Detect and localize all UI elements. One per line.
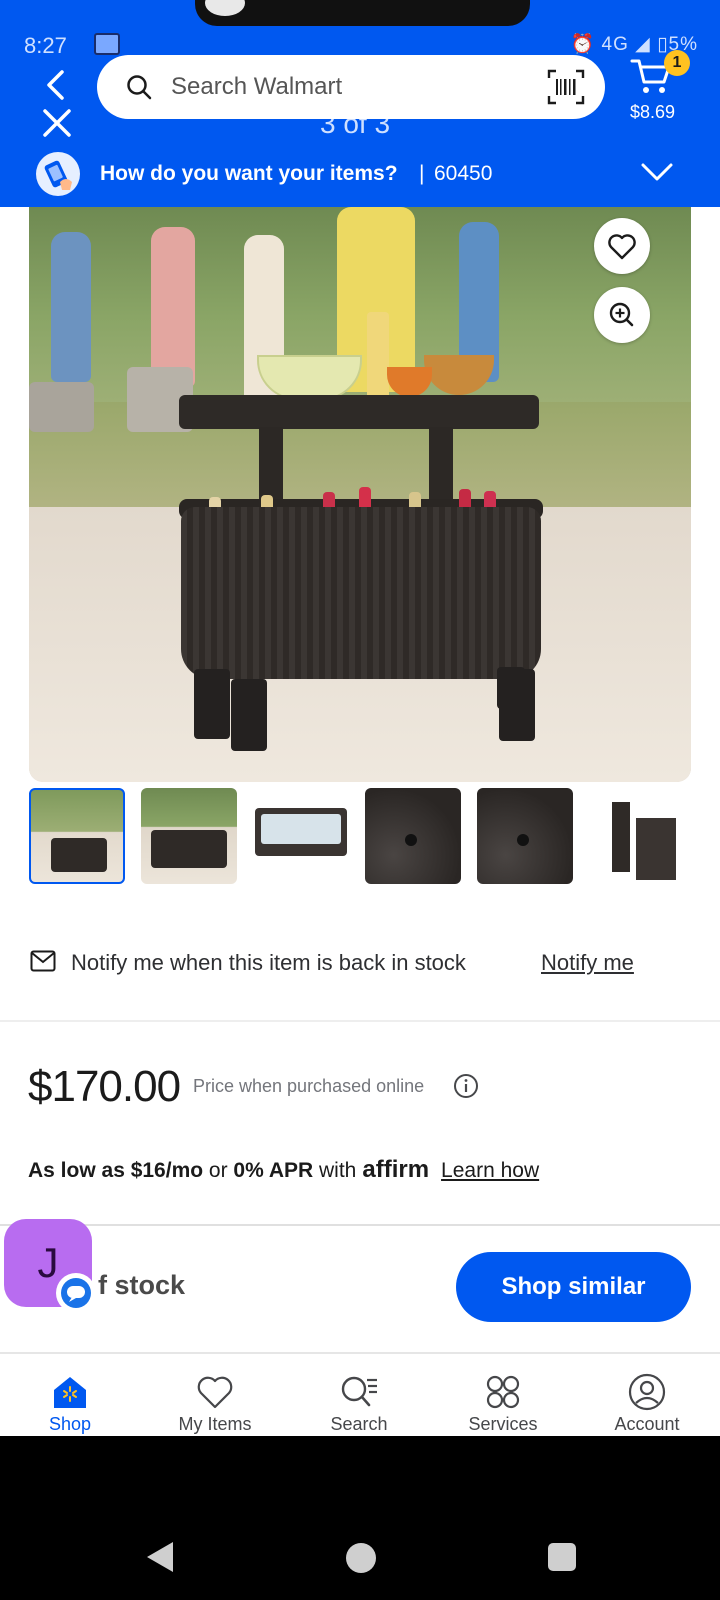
- thumbnail[interactable]: [606, 788, 678, 884]
- heart-icon: [608, 234, 636, 260]
- zoom-in-icon: [609, 302, 634, 327]
- affirm-logo: affirm: [362, 1156, 430, 1183]
- back-arrow-icon[interactable]: [40, 68, 74, 102]
- financing-prefix: As low as: [28, 1159, 131, 1182]
- zoom-button[interactable]: [594, 287, 650, 343]
- search-list-icon: [341, 1376, 377, 1407]
- learn-how-link[interactable]: Learn how: [441, 1159, 539, 1182]
- notify-message: Notify me when this item is back in stoc…: [71, 950, 466, 975]
- nav-label: Services: [468, 1414, 538, 1434]
- bottom-navigation: Shop My Items Search Services Account: [0, 1352, 720, 1436]
- section-divider: [0, 1224, 720, 1226]
- cart-total[interactable]: $8.69: [630, 102, 675, 123]
- nav-label: Search: [330, 1414, 388, 1434]
- background-person: [51, 232, 91, 382]
- shop-similar-button[interactable]: Shop similar: [456, 1252, 691, 1322]
- message-icon: [61, 1278, 91, 1308]
- price-note: Price when purchased online: [193, 1076, 425, 1096]
- financing-or: or: [203, 1159, 234, 1182]
- zip-code[interactable]: 60450: [434, 162, 492, 186]
- stock-status: f stock: [98, 1270, 186, 1300]
- financing-apr: 0% APR: [233, 1159, 314, 1182]
- nav-label: Account: [614, 1414, 680, 1434]
- thumbnail[interactable]: [141, 788, 237, 884]
- thumbnail[interactable]: [365, 788, 461, 884]
- app-header: 8:27 ⏰ 4G ◢ ▯5% 3 of 3 Search Walmart 1 …: [0, 0, 720, 207]
- cooler-body: [181, 507, 541, 679]
- search-input[interactable]: Search Walmart: [97, 55, 605, 119]
- financing-offer: As low as $16/mo or 0% APR with affirm Lea…: [28, 1156, 539, 1184]
- section-divider: [0, 1020, 720, 1022]
- chevron-down-icon[interactable]: [640, 158, 674, 186]
- mail-icon: [30, 950, 56, 972]
- nav-account[interactable]: Account: [587, 1372, 707, 1436]
- heart-icon: [197, 1376, 233, 1409]
- nav-label: Shop: [48, 1414, 92, 1434]
- nav-shop[interactable]: Shop: [10, 1372, 130, 1436]
- background-person: [151, 227, 195, 387]
- system-home-icon[interactable]: [346, 1543, 376, 1573]
- table-top: [179, 395, 539, 429]
- nav-label: My Items: [178, 1414, 252, 1434]
- account-icon: [628, 1373, 666, 1411]
- bottle: [367, 312, 389, 400]
- nav-my-items[interactable]: My Items: [155, 1372, 275, 1436]
- nav-services[interactable]: Services: [443, 1372, 563, 1436]
- nav-search[interactable]: Search: [299, 1372, 419, 1436]
- fulfillment-icon[interactable]: [36, 152, 80, 196]
- shop-icon: [54, 1377, 86, 1408]
- thumbnail[interactable]: [477, 788, 573, 884]
- services-icon: [486, 1375, 520, 1409]
- system-navigation-bar: [0, 1436, 720, 1600]
- close-icon[interactable]: [40, 106, 74, 140]
- favorite-button[interactable]: [594, 218, 650, 274]
- thumbnail[interactable]: [253, 788, 349, 884]
- thumbnail-strip: [0, 788, 720, 888]
- notification-icon: [94, 33, 120, 55]
- info-icon[interactable]: [453, 1073, 479, 1099]
- messages-badge: [56, 1273, 96, 1313]
- search-placeholder: Search Walmart: [171, 73, 343, 100]
- product-image[interactable]: [29, 207, 691, 782]
- cart-count-badge: 1: [664, 50, 690, 76]
- financing-with: with: [313, 1159, 357, 1182]
- product-price: $170.00: [28, 1062, 181, 1111]
- system-back-icon[interactable]: [145, 1540, 175, 1574]
- planter: [29, 382, 94, 432]
- search-icon: [127, 75, 152, 100]
- system-recents-icon[interactable]: [548, 1543, 576, 1571]
- fulfillment-prompt[interactable]: How do you want your items?: [100, 162, 398, 186]
- financing-amount: $16/mo: [130, 1159, 204, 1182]
- barcode-scanner-icon[interactable]: [547, 69, 585, 105]
- camera-notch: [195, 0, 530, 26]
- notify-me-link[interactable]: Notify me: [541, 950, 634, 976]
- product-page: 8:27 ⏰ 4G ◢ ▯5% 3 of 3 Search Walmart 1 …: [0, 0, 720, 1436]
- fulfillment-separator: |: [419, 162, 425, 185]
- thumbnail[interactable]: [29, 788, 125, 884]
- status-time: 8:27: [24, 33, 67, 58]
